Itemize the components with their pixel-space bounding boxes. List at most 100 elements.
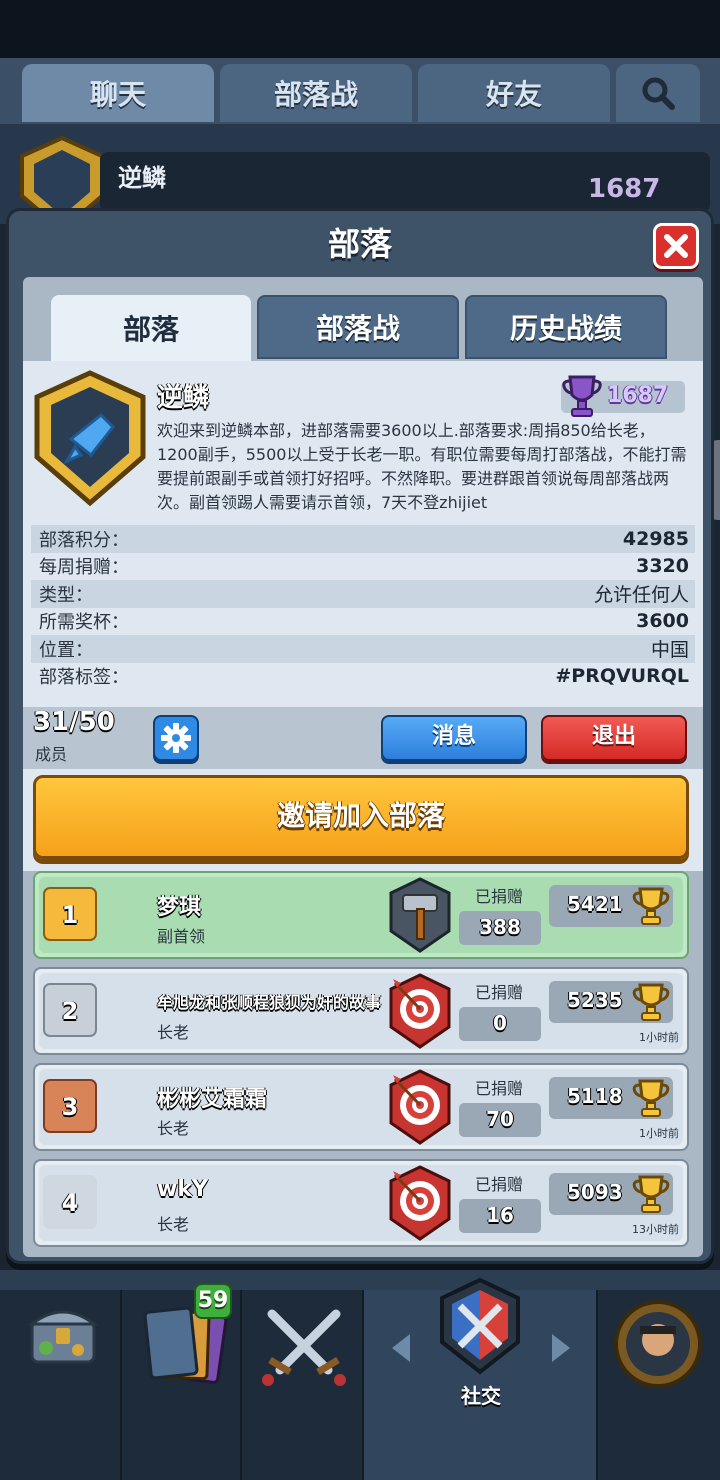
- message-button[interactable]: 消息: [381, 715, 527, 761]
- search-icon: [642, 77, 675, 110]
- invite-to-clan-button[interactable]: 邀请加入部落: [33, 775, 689, 859]
- member-rank: 1: [43, 887, 97, 941]
- donated-count: 16: [459, 1199, 541, 1233]
- tab-friends-label: 好友: [485, 78, 542, 111]
- tab-clan-war-inner[interactable]: 部落战: [257, 295, 459, 359]
- member-row[interactable]: 2 牟旭龙和张顺程狼狈为奸的故事 长老 已捐赠 0 5235 1小时前: [33, 967, 689, 1055]
- clan-stats: 部落积分： 42985 每周捐赠： 3320 类型： 允许任何人 所需奖杯： 3600 …: [31, 525, 695, 690]
- donated-label: 已捐赠: [475, 887, 524, 906]
- tab-war-history[interactable]: 历史战绩: [465, 295, 667, 359]
- tab-chat-label: 聊天: [89, 78, 146, 111]
- member-role: 长老: [157, 1119, 190, 1138]
- background-clan-trophies: 1687: [588, 174, 661, 204]
- tab-chat[interactable]: 聊天: [22, 64, 214, 122]
- gold-trophy-icon: [632, 983, 670, 1021]
- social-top-tabs: 聊天 部落战 好友: [0, 58, 720, 124]
- target-arena-icon: [389, 1069, 451, 1145]
- donated-count: 388: [459, 911, 541, 945]
- member-label: 成员: [35, 745, 68, 764]
- member-row[interactable]: 1 梦琪 副首领 已捐赠 388 5421: [33, 871, 689, 959]
- member-trophies: 5235: [567, 988, 623, 1012]
- stat-value: 3320: [636, 555, 689, 578]
- member-last-seen: 13小时前: [632, 1223, 679, 1236]
- member-rank: 4: [43, 1175, 97, 1229]
- leave-button[interactable]: 退出: [541, 715, 687, 761]
- member-trophy-pill: 5235: [549, 981, 673, 1023]
- background-clan-name: 逆鳞: [118, 164, 166, 192]
- modal-title: 部落: [327, 225, 392, 263]
- clan-settings-button[interactable]: [153, 715, 199, 761]
- member-list: 1 梦琪 副首领 已捐赠 388 5421 2 牟旭龙和张顺程狼狈为奸的故事 长…: [33, 871, 689, 1255]
- member-role: 长老: [157, 1215, 190, 1234]
- hammer-arena-icon: [389, 877, 451, 953]
- member-name: 牟旭龙和张顺程狼狈为奸的故事: [157, 993, 382, 1012]
- stat-row: 部落积分： 42985: [31, 525, 695, 553]
- stat-row: 所需奖杯： 3600: [31, 607, 695, 635]
- gear-icon: [161, 723, 191, 753]
- stat-row: 类型： 允许任何人: [31, 580, 695, 608]
- donated-count: 70: [459, 1103, 541, 1137]
- status-area: [0, 0, 720, 60]
- member-trophy-pill: 5421: [549, 885, 673, 927]
- donated-label: 已捐赠: [475, 1079, 524, 1098]
- stat-label: 所需奖杯：: [39, 612, 129, 634]
- clan-modal: 部落 部落 部落战 历史战绩 逆鳞 1687 欢迎来到逆鳞本部，进部落需要360…: [6, 208, 714, 1264]
- stat-label: 每周捐赠：: [39, 557, 129, 579]
- clan-description: 欢迎来到逆鳞本部，进部落需要3600以上.部落要求:周捐850给长老，1200副…: [157, 421, 687, 512]
- clan-name: 逆鳞: [157, 383, 210, 413]
- tab-clan[interactable]: 部落: [51, 295, 251, 361]
- close-icon: [664, 234, 688, 258]
- member-trophy-pill: 5093: [549, 1173, 673, 1215]
- gold-trophy-icon: [632, 1175, 670, 1213]
- stat-value: 42985: [622, 527, 689, 550]
- clan-trophies: 1687: [607, 383, 669, 408]
- search-button[interactable]: [616, 64, 700, 122]
- member-rank: 3: [43, 1079, 97, 1133]
- target-arena-icon: [389, 973, 451, 1049]
- member-row[interactable]: 3 彬彬艾霜霜 长老 已捐赠 70 5118 1小时前: [33, 1063, 689, 1151]
- target-arena-icon: [389, 1165, 451, 1241]
- donated-label: 已捐赠: [475, 983, 524, 1002]
- gold-trophy-icon: [632, 887, 670, 925]
- stat-value: 3600: [636, 610, 689, 633]
- stat-label: 位置：: [39, 639, 93, 661]
- chevron-left-icon[interactable]: [386, 1330, 416, 1366]
- purple-trophy-icon: [562, 375, 602, 417]
- clan-badge-icon: [34, 370, 146, 507]
- clan-tag-value[interactable]: #PRQVURQL: [555, 665, 689, 687]
- member-trophy-pill: 5118: [549, 1077, 673, 1119]
- tab-clan-label: 部落: [122, 313, 179, 346]
- stat-value: 允许任何人: [593, 584, 689, 607]
- modal-header: 部落: [9, 211, 711, 279]
- donated-label: 已捐赠: [475, 1175, 524, 1194]
- stat-label: 部落积分：: [39, 529, 129, 551]
- close-button[interactable]: [653, 223, 699, 269]
- member-rank: 2: [43, 983, 97, 1037]
- member-count: 31/50: [33, 707, 115, 737]
- events-portrait-icon: [614, 1300, 702, 1388]
- member-last-seen: 1小时前: [639, 1031, 679, 1044]
- crossed-swords-icon: [262, 1309, 346, 1386]
- bottom-strip: [0, 1270, 720, 1290]
- member-name: 彬彬艾霜霜: [157, 1087, 268, 1112]
- nav-social-label: 社交: [461, 1384, 501, 1408]
- donated-count: 0: [459, 1007, 541, 1041]
- clan-trophy-box: 1687: [561, 375, 685, 417]
- member-name: wkY: [157, 1177, 208, 1202]
- stat-row: 每周捐赠： 3320: [31, 552, 695, 580]
- stat-value: 中国: [650, 639, 689, 662]
- stat-row[interactable]: 部落标签： #PRQVURQL: [31, 662, 695, 690]
- member-row[interactable]: 4 wkY 长老 已捐赠 16 5093 13小时前: [33, 1159, 689, 1247]
- tab-clan-war[interactable]: 部落战: [220, 64, 412, 122]
- cards-count-badge: 59: [194, 1283, 232, 1319]
- member-role: 副首领: [157, 927, 206, 946]
- member-trophies: 5421: [567, 892, 623, 916]
- stat-label: 部落标签：: [39, 667, 129, 689]
- gold-trophy-icon: [632, 1079, 670, 1117]
- stat-label: 类型：: [39, 584, 93, 606]
- chevron-right-icon[interactable]: [546, 1330, 576, 1366]
- member-last-seen: 1小时前: [639, 1127, 679, 1140]
- clan-tabs: 部落 部落战 历史战绩: [35, 295, 675, 361]
- social-clan-icon: [440, 1277, 520, 1375]
- tab-friends[interactable]: 好友: [418, 64, 610, 122]
